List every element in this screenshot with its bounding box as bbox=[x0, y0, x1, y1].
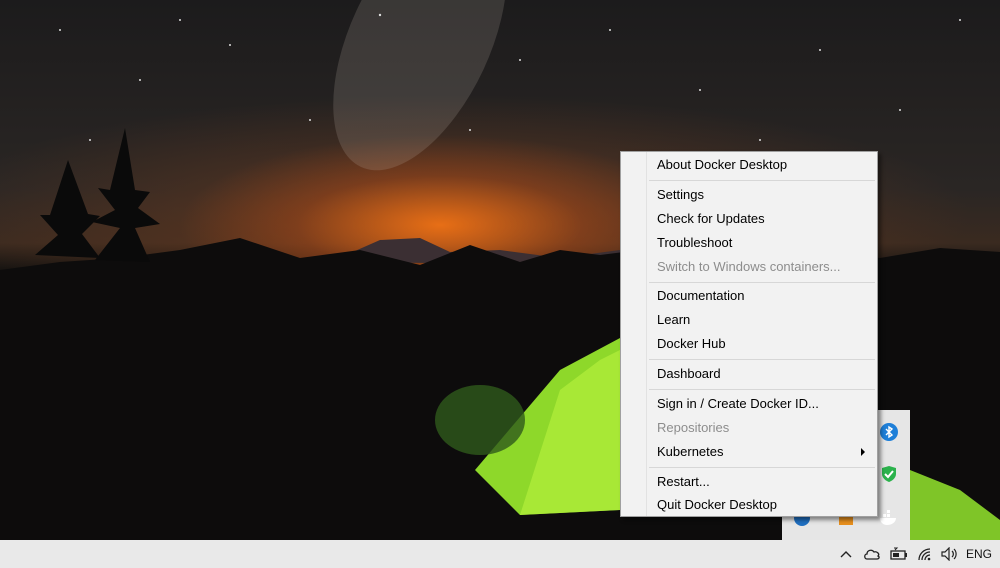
menu-separator bbox=[649, 282, 875, 283]
security-check-icon[interactable] bbox=[877, 462, 901, 486]
menu-separator bbox=[649, 359, 875, 360]
menu-item-quit[interactable]: Quit Docker Desktop bbox=[623, 494, 875, 516]
menu-item-kubernetes[interactable]: Kubernetes bbox=[623, 441, 875, 463]
menu-separator bbox=[649, 467, 875, 468]
menu-item-learn[interactable]: Learn bbox=[623, 309, 875, 331]
taskbar: ENG bbox=[0, 540, 1000, 568]
menu-item-check-updates[interactable]: Check for Updates bbox=[623, 208, 875, 230]
onedrive-cloud-icon[interactable] bbox=[862, 545, 882, 563]
menu-item-settings[interactable]: Settings bbox=[623, 184, 875, 206]
menu-item-documentation[interactable]: Documentation bbox=[623, 285, 875, 307]
menu-item-kubernetes-label: Kubernetes bbox=[657, 444, 724, 459]
menu-item-dashboard[interactable]: Dashboard bbox=[623, 363, 875, 385]
menu-item-switch-windows-containers: Switch to Windows containers... bbox=[657, 259, 841, 274]
docker-whale-icon[interactable] bbox=[877, 506, 901, 530]
wifi-icon[interactable] bbox=[916, 545, 934, 563]
chevron-up-icon[interactable] bbox=[838, 545, 854, 563]
input-language-indicator[interactable]: ENG bbox=[966, 540, 992, 568]
menu-item-sign-in[interactable]: Sign in / Create Docker ID... bbox=[623, 393, 875, 415]
volume-icon[interactable] bbox=[940, 545, 960, 563]
menu-separator bbox=[649, 389, 875, 390]
menu-item-troubleshoot[interactable]: Troubleshoot bbox=[623, 232, 875, 254]
docker-context-menu: About Docker Desktop Settings Check for … bbox=[620, 151, 878, 517]
battery-icon[interactable] bbox=[888, 545, 910, 563]
menu-item-docker-hub[interactable]: Docker Hub bbox=[623, 333, 875, 355]
menu-item-restart[interactable]: Restart... bbox=[623, 471, 875, 493]
menu-separator bbox=[649, 180, 875, 181]
bluetooth-icon[interactable] bbox=[877, 420, 901, 444]
submenu-arrow-icon bbox=[861, 448, 865, 456]
menu-item-about[interactable]: About Docker Desktop bbox=[623, 154, 875, 176]
menu-item-repositories: Repositories bbox=[657, 420, 730, 435]
